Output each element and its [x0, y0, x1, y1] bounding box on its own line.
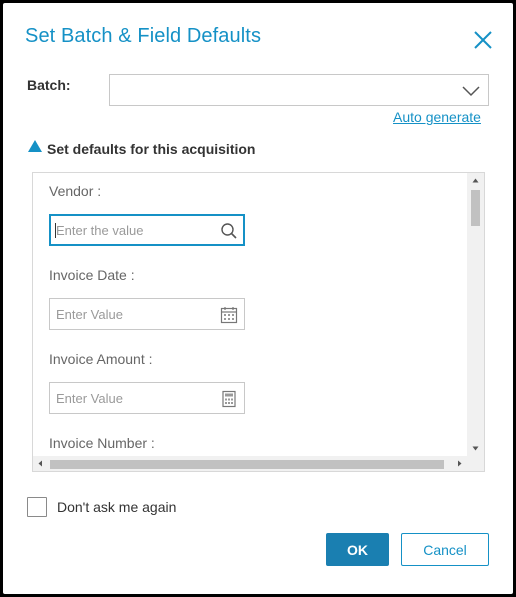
invoice-date-input[interactable]: Enter Value	[49, 298, 245, 330]
calculator-icon[interactable]	[220, 390, 238, 413]
invoice-date-label: Invoice Date :	[49, 267, 135, 283]
defaults-panel: Vendor : Enter the value Invoice Date : …	[32, 172, 485, 472]
calendar-icon[interactable]	[220, 306, 238, 329]
vertical-scroll-thumb[interactable]	[471, 190, 480, 226]
cancel-button[interactable]: Cancel	[401, 533, 489, 566]
vertical-scrollbar[interactable]	[467, 173, 484, 456]
invoice-amount-label: Invoice Amount :	[49, 351, 153, 367]
horizontal-scroll-thumb[interactable]	[50, 460, 444, 469]
invoice-number-label: Invoice Number :	[49, 435, 155, 451]
horizontal-scrollbar[interactable]	[33, 456, 484, 471]
section-toggle[interactable]: Set defaults for this acquisition	[27, 139, 255, 158]
close-icon[interactable]	[471, 28, 495, 52]
dont-ask-label: Don't ask me again	[57, 499, 177, 515]
invoice-amount-input[interactable]: Enter Value	[49, 382, 245, 414]
search-icon[interactable]	[220, 222, 238, 245]
dont-ask-row[interactable]: Don't ask me again	[27, 497, 176, 517]
chevron-down-icon	[462, 84, 480, 102]
scroll-up-arrow-icon[interactable]	[467, 173, 484, 188]
ok-button[interactable]: OK	[326, 533, 389, 566]
dont-ask-checkbox[interactable]	[27, 497, 47, 517]
dialog-title: Set Batch & Field Defaults	[25, 25, 262, 47]
vendor-input[interactable]: Enter the value	[49, 214, 245, 246]
fields-container: Vendor : Enter the value Invoice Date : …	[33, 173, 467, 456]
section-label: Set defaults for this acquisition	[47, 140, 256, 157]
batch-label: Batch:	[27, 77, 71, 93]
auto-generate-link[interactable]: Auto generate	[393, 109, 481, 125]
scroll-down-arrow-icon[interactable]	[467, 441, 484, 456]
vendor-placeholder: Enter the value	[56, 223, 144, 238]
vendor-label: Vendor :	[49, 183, 102, 199]
set-defaults-dialog: Set Batch & Field Defaults Batch: Auto g…	[3, 3, 513, 594]
invoice-amount-placeholder: Enter Value	[56, 391, 123, 406]
triangle-up-icon	[27, 139, 43, 158]
scrollbar-corner	[467, 456, 484, 471]
invoice-date-placeholder: Enter Value	[56, 307, 123, 322]
batch-select[interactable]	[109, 74, 489, 106]
scroll-right-arrow-icon[interactable]	[452, 456, 467, 471]
scroll-left-arrow-icon[interactable]	[33, 456, 48, 471]
